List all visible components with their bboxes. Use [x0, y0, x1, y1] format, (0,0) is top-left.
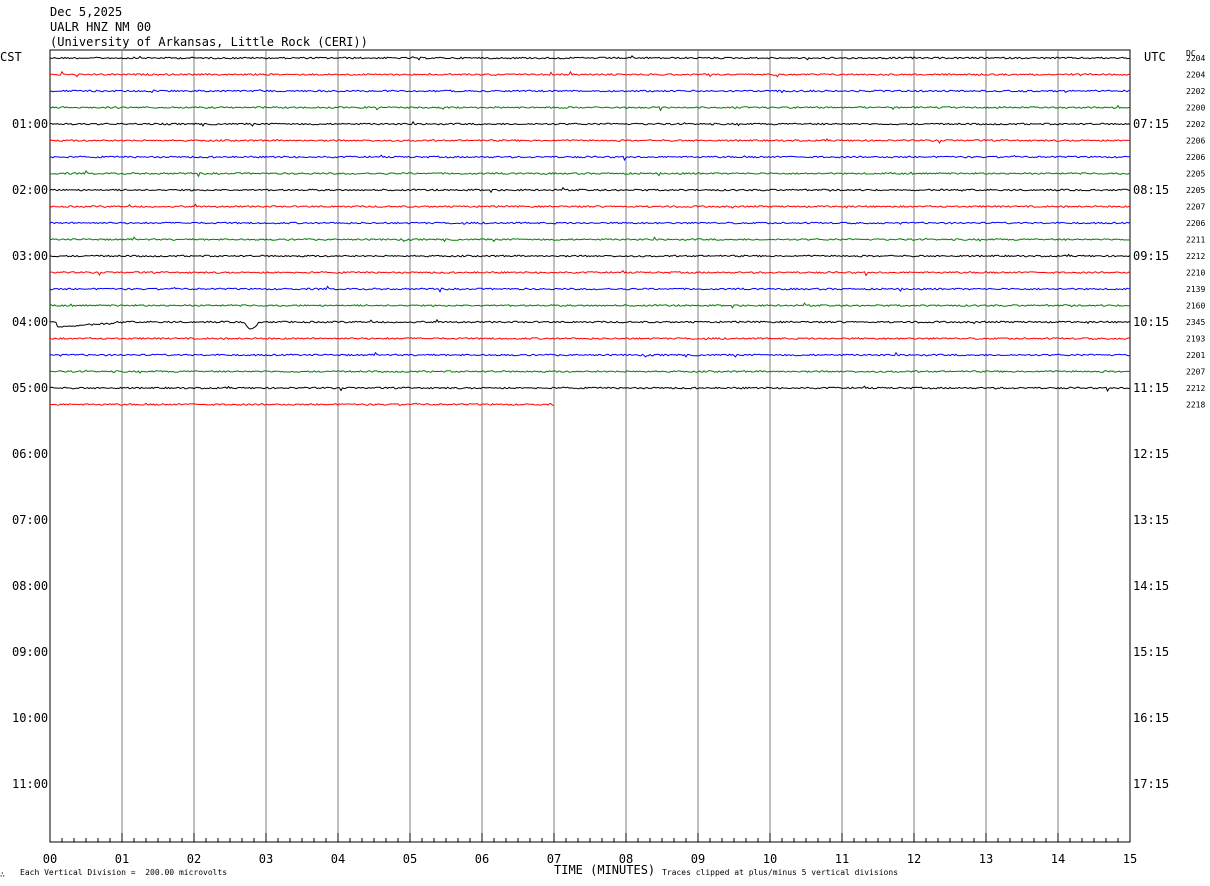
left-hour-label: 02:00 — [12, 183, 48, 197]
seismic-trace — [49, 104, 1131, 112]
seismic-trace — [49, 154, 1131, 162]
seismic-trace — [49, 302, 1130, 309]
seismic-trace — [49, 369, 1131, 374]
seismic-trace — [49, 203, 1131, 209]
dc-offset-label: 2206 — [1186, 153, 1205, 162]
right-hour-label: 09:15 — [1133, 249, 1169, 263]
x-tick-label: 06 — [475, 852, 489, 866]
left-hour-label: 01:00 — [12, 117, 48, 131]
x-tick-label: 01 — [115, 852, 129, 866]
x-tick-label: 04 — [331, 852, 345, 866]
seismic-trace — [49, 385, 1131, 393]
dc-offset-label: 2206 — [1186, 219, 1205, 228]
dc-offset-label: 2212 — [1186, 252, 1205, 261]
dc-offset-label: 2206 — [1186, 137, 1205, 146]
right-hour-label: 15:15 — [1133, 645, 1169, 659]
left-hour-label: 03:00 — [12, 249, 48, 263]
seismic-trace — [49, 89, 1131, 94]
right-hour-label: 14:15 — [1133, 579, 1169, 593]
dc-offset-label: 2204 — [1186, 54, 1205, 63]
x-tick-label: 05 — [403, 852, 417, 866]
clip-note: Traces clipped at plus/minus 5 vertical … — [662, 868, 899, 877]
dc-offset-label: 2139 — [1186, 285, 1205, 294]
seismic-trace — [49, 285, 1131, 293]
x-tick-label: 14 — [1051, 852, 1065, 866]
x-tick-label: 13 — [979, 852, 993, 866]
left-hour-label: 10:00 — [12, 711, 48, 725]
right-hour-label: 10:15 — [1133, 315, 1169, 329]
dc-offset-label: 2202 — [1186, 87, 1205, 96]
seismic-trace — [49, 138, 1131, 145]
dc-offset-label: 2345 — [1186, 318, 1205, 327]
dc-offset-label: 2202 — [1186, 120, 1205, 129]
plot-frame — [49, 49, 1131, 843]
seismic-trace — [49, 221, 1131, 226]
scale-note: Each Vertical Division = 200.00 microvol… — [20, 868, 228, 877]
left-hour-label: 05:00 — [12, 381, 48, 395]
left-hour-label: 09:00 — [12, 645, 48, 659]
dc-offset-label: 2205 — [1186, 170, 1205, 179]
x-tick-label: 10 — [763, 852, 777, 866]
right-hour-label: 08:15 — [1133, 183, 1169, 197]
right-hour-label: 12:15 — [1133, 447, 1169, 461]
seismic-trace — [49, 269, 1131, 277]
footer-mark-icon: ∴ — [0, 870, 5, 879]
x-tick-label: 03 — [259, 852, 273, 866]
seismic-trace — [49, 318, 1131, 330]
seismic-trace — [49, 253, 1131, 258]
seismic-trace — [50, 70, 1131, 78]
left-hour-label: 06:00 — [12, 447, 48, 461]
x-axis-label: TIME (MINUTES) — [554, 863, 656, 877]
left-hour-label: 07:00 — [12, 513, 48, 527]
dc-offset-label: 2207 — [1186, 203, 1205, 212]
right-hour-label: 13:15 — [1133, 513, 1169, 527]
dc-offset-label: 2207 — [1186, 368, 1205, 377]
dc-offset-label: 2201 — [1186, 351, 1205, 360]
x-tick-label: 00 — [43, 852, 57, 866]
seismic-trace — [50, 120, 1131, 127]
x-tick-label: 02 — [187, 852, 201, 866]
dc-offset-label: 2210 — [1186, 269, 1205, 278]
dc-offset-label: 2200 — [1186, 104, 1205, 113]
seismic-trace — [49, 169, 1131, 178]
dc-offset-label: 2193 — [1186, 335, 1205, 344]
dc-offset-label: 2205 — [1186, 186, 1205, 195]
right-hour-label: 16:15 — [1133, 711, 1169, 725]
right-hour-label: 07:15 — [1133, 117, 1169, 131]
right-hour-label: 17:15 — [1133, 777, 1169, 791]
dc-offset-label: 2211 — [1186, 236, 1205, 245]
left-hour-label: 11:00 — [12, 777, 48, 791]
seismic-trace — [49, 236, 1131, 243]
seismic-trace — [49, 402, 555, 406]
left-hour-label: 04:00 — [12, 315, 48, 329]
seismic-trace — [49, 351, 1131, 358]
right-hour-label: 11:15 — [1133, 381, 1169, 395]
seismic-trace — [49, 336, 1131, 341]
dc-offset-label: 2204 — [1186, 71, 1205, 80]
x-tick-label: 12 — [907, 852, 921, 866]
seismic-trace — [50, 55, 1131, 61]
dc-offset-label: 2218 — [1186, 401, 1205, 410]
seismogram-plot: 00 01 02 03 04 05 06 07 08 09 10 11 12 13 14 1501:00 07:… — [12, 49, 1205, 866]
x-tick-label: 15 — [1123, 852, 1137, 866]
x-tick-label: 11 — [835, 852, 849, 866]
dc-offset-label: 2212 — [1186, 384, 1205, 393]
x-tick-label: 09 — [691, 852, 705, 866]
seismic-trace — [49, 186, 1131, 194]
dc-offset-label: 2160 — [1186, 302, 1205, 311]
left-hour-label: 08:00 — [12, 579, 48, 593]
